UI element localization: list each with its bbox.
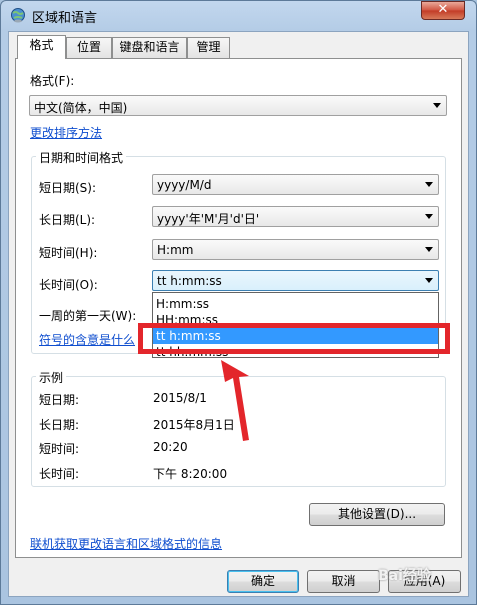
chevron-down-icon <box>425 278 433 283</box>
globe-icon <box>11 8 25 23</box>
short-time-label: 短时间(H): <box>39 246 98 260</box>
tab-location[interactable]: 位置 <box>66 37 112 58</box>
format-select[interactable]: 中文(简体，中国) <box>29 95 447 116</box>
format-select-value: 中文(简体，中国) <box>34 101 128 115</box>
short-time-select[interactable]: H:mm <box>152 239 439 260</box>
chevron-down-icon <box>425 182 433 187</box>
chevron-down-icon <box>433 103 441 108</box>
other-settings-button[interactable]: 其他设置(D)... <box>309 503 445 526</box>
first-day-label: 一周的第一天(W): <box>39 309 137 323</box>
short-date-select[interactable]: yyyy/M/d <box>152 174 439 195</box>
example-short-date-value: 2015/8/1 <box>153 391 207 405</box>
long-time-select[interactable]: tt h:mm:ss <box>152 270 439 291</box>
annotation-arrow-icon <box>221 360 249 441</box>
chevron-down-icon <box>425 247 433 252</box>
cancel-button[interactable]: 取消 <box>307 570 380 593</box>
format-label: 格式(F): <box>30 74 75 88</box>
chevron-down-icon <box>425 214 433 219</box>
short-time-value: H:mm <box>157 243 194 257</box>
window-title: 区域和语言 <box>32 11 98 26</box>
ok-button[interactable]: 确定 <box>227 570 299 593</box>
close-icon: ✕ <box>437 2 449 17</box>
annotation-highlight-box <box>138 323 450 354</box>
dropdown-option[interactable]: H:mm:ss <box>153 296 438 312</box>
watermark: Bai经验 <box>378 568 431 584</box>
long-time-label: 长时间(O): <box>39 278 98 292</box>
close-button[interactable]: ✕ <box>421 1 465 20</box>
change-sort-link[interactable]: 更改排序方法 <box>30 124 102 141</box>
short-date-value: yyyy/M/d <box>157 178 212 192</box>
short-date-label: 短日期(S): <box>39 181 97 195</box>
long-date-select[interactable]: yyyy'年'M'月'd'日' <box>152 206 439 227</box>
tab-administrative[interactable]: 管理 <box>187 37 230 58</box>
example-short-time-value: 20:20 <box>153 440 188 454</box>
example-long-date-label: 长日期: <box>39 418 80 432</box>
symbols-meaning-link[interactable]: 符号的含意是什么 <box>39 331 135 348</box>
tab-format[interactable]: 格式 <box>17 35 66 59</box>
example-short-date-label: 短日期: <box>39 393 80 407</box>
title-bar[interactable]: 区域和语言 ✕ <box>0 0 477 30</box>
example-long-time-value: 下午 8:20:00 <box>153 467 228 481</box>
example-group-title: 示例 <box>36 369 67 386</box>
example-long-time-label: 长时间: <box>39 467 80 481</box>
tab-keyboard-language[interactable]: 键盘和语言 <box>112 37 187 58</box>
datetime-group-title: 日期和时间格式 <box>36 149 127 166</box>
online-info-link[interactable]: 联机获取更改语言和区域格式的信息 <box>30 535 222 552</box>
long-time-value: tt h:mm:ss <box>157 274 222 288</box>
long-date-label: 长日期(L): <box>39 213 96 227</box>
long-date-value: yyyy'年'M'月'd'日' <box>157 212 260 226</box>
example-short-time-label: 短时间: <box>39 442 80 456</box>
